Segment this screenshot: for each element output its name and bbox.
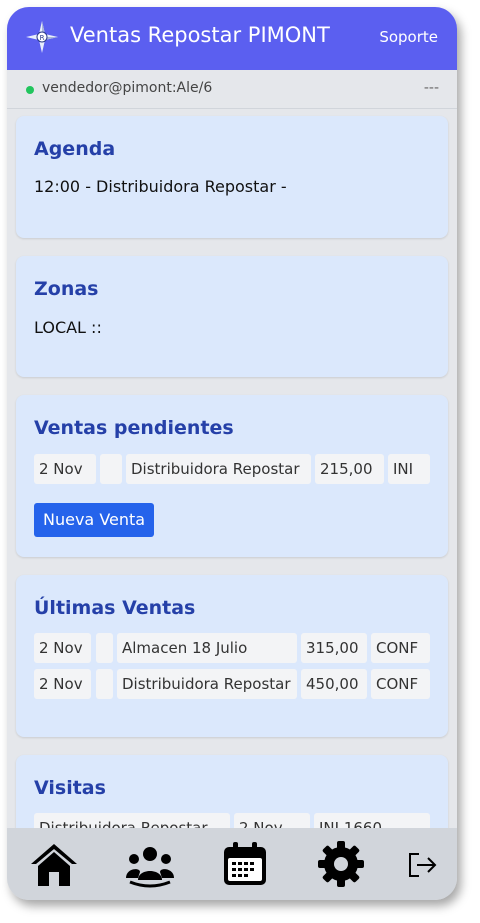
app-window: R Ventas Repostar PIMONT Soporte vendedo… [7,7,457,900]
settings-icon[interactable] [317,840,365,888]
visits-title: Visitas [34,777,106,799]
clients-icon[interactable] [126,840,174,888]
agenda-title: Agenda [34,138,116,160]
visit-row[interactable]: Distribuidora Repostar 2 Nov INI 1660 [34,813,430,828]
sale-flag [96,669,113,699]
logout-icon[interactable] [405,848,439,882]
sale-status: CONF [371,669,430,699]
support-link[interactable]: Soporte [379,28,438,46]
sale-date: 2 Nov [34,633,91,663]
pending-sale-row[interactable]: 2 Nov Distribuidora Repostar 215,00 INI [34,454,430,484]
new-sale-button[interactable]: Nueva Venta [34,503,155,537]
sale-date: 2 Nov [34,454,96,484]
calendar-icon[interactable] [221,840,269,888]
visit-status: INI 1660 [314,813,430,828]
zonas-card: Zonas LOCAL :: [16,256,448,377]
status-right-text: --- [423,80,439,96]
zonas-title: Zonas [34,278,99,300]
online-status-icon [26,86,34,94]
user-identifier: vendedor@pimont:Ale/6 [42,80,213,96]
sale-amount: 215,00 [315,454,384,484]
sale-client: Distribuidora Repostar [117,669,297,699]
sale-amount: 450,00 [301,669,367,699]
recent-sales-title: Últimas Ventas [34,597,196,619]
app-title: Ventas Repostar PIMONT [70,23,330,47]
pending-sales-card: Ventas pendientes 2 Nov Distribuidora Re… [16,395,448,557]
recent-sale-row[interactable]: 2 Nov Almacen 18 Julio 315,00 CONF [34,633,430,663]
sale-date: 2 Nov [34,669,91,699]
sale-amount: 315,00 [301,633,367,663]
visits-card: Visitas Distribuidora Repostar 2 Nov INI… [16,755,448,828]
sale-status: CONF [371,633,430,663]
zona-item[interactable]: LOCAL :: [34,318,102,337]
agenda-card: Agenda 12:00 - Distribuidora Repostar - [16,116,448,238]
bottom-nav [7,828,457,900]
app-header: R Ventas Repostar PIMONT Soporte [7,7,457,70]
recent-sales-card: Últimas Ventas 2 Nov Almacen 18 Julio 31… [16,575,448,737]
recent-sale-row[interactable]: 2 Nov Distribuidora Repostar 450,00 CONF [34,669,430,699]
sale-flag [96,633,113,663]
sale-status: INI [388,454,430,484]
main-content[interactable]: Agenda 12:00 - Distribuidora Repostar - … [7,108,457,828]
agenda-item[interactable]: 12:00 - Distribuidora Repostar - [34,177,287,196]
pending-sales-title: Ventas pendientes [34,417,234,439]
visit-client: Distribuidora Repostar [34,813,230,828]
home-icon[interactable] [30,840,78,888]
sale-flag [100,454,122,484]
sale-client: Distribuidora Repostar [126,454,311,484]
svg-text:R: R [40,34,45,42]
visit-date: 2 Nov [234,813,310,828]
sale-client: Almacen 18 Julio [117,633,297,663]
status-bar: vendedor@pimont:Ale/6 --- [7,70,457,109]
compass-logo-icon: R [26,21,58,53]
